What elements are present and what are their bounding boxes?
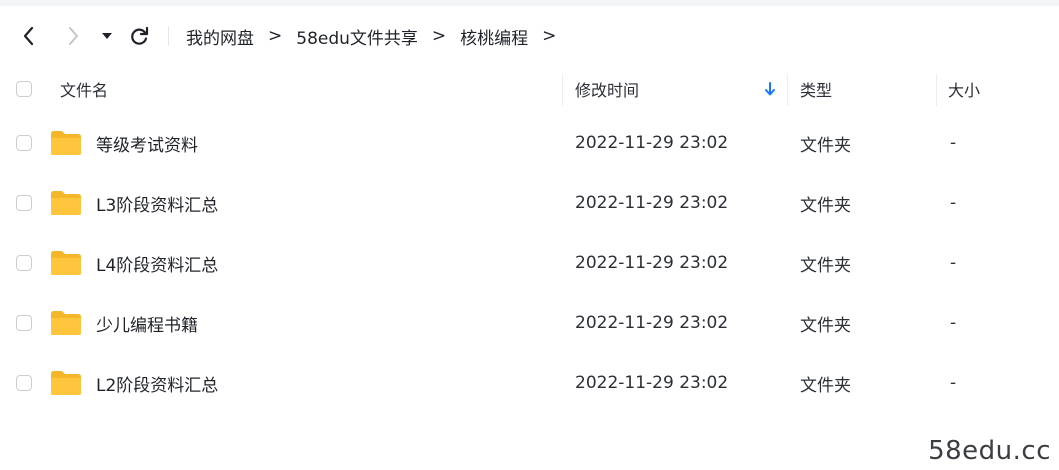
- folder-icon: [51, 131, 81, 155]
- row-check-cell: [16, 293, 32, 353]
- column-header-name[interactable]: 文件名: [60, 66, 108, 112]
- column-divider: [936, 74, 937, 106]
- table-row[interactable]: 少儿编程书籍 2022-11-29 23:02 文件夹 -: [0, 293, 1059, 353]
- arrow-down-icon: [765, 82, 775, 96]
- nav-divider: [168, 26, 169, 46]
- file-name[interactable]: L3阶段资料汇总: [96, 173, 218, 233]
- chevron-right-icon: [69, 27, 78, 45]
- file-modified: 2022-11-29 23:02: [575, 133, 729, 153]
- folder-icon: [51, 311, 81, 335]
- history-dropdown-button[interactable]: [96, 14, 118, 58]
- column-divider: [787, 74, 788, 106]
- file-type: 文件夹: [800, 255, 851, 276]
- caret-down-icon: [102, 33, 112, 39]
- table-row[interactable]: L3阶段资料汇总 2022-11-29 23:02 文件夹 -: [0, 173, 1059, 233]
- table-header: 文件名 修改时间 类型 大小: [0, 66, 1059, 112]
- refresh-icon: [131, 26, 149, 45]
- file-size: -: [950, 133, 957, 153]
- row-checkbox[interactable]: [16, 255, 32, 271]
- row-checkbox[interactable]: [16, 135, 32, 151]
- file-modified: 2022-11-29 23:02: [575, 253, 729, 273]
- file-list: 等级考试资料 2022-11-29 23:02 文件夹 - L3阶段资料汇总 2…: [0, 113, 1059, 413]
- row-check-cell: [16, 353, 32, 413]
- folder-icon-cell: [50, 293, 82, 353]
- top-border: [0, 0, 1059, 6]
- sort-indicator[interactable]: [764, 66, 776, 112]
- column-header-size[interactable]: 大小: [948, 66, 980, 112]
- file-browser: 我的网盘 > 58edu文件共享 > 核桃编程 > 文件名 修改时间 类型 大小: [0, 0, 1059, 470]
- breadcrumb-item-root[interactable]: 我的网盘: [186, 24, 254, 49]
- breadcrumb-separator: >: [268, 26, 283, 46]
- folder-icon-cell: [50, 233, 82, 293]
- file-name[interactable]: L4阶段资料汇总: [96, 233, 218, 293]
- file-modified: 2022-11-29 23:02: [575, 373, 729, 393]
- breadcrumb: 我的网盘 > 58edu文件共享 > 核桃编程 >: [186, 14, 570, 58]
- breadcrumb-separator: >: [431, 26, 447, 46]
- file-name[interactable]: 少儿编程书籍: [96, 293, 198, 353]
- chevron-left-icon: [23, 26, 34, 46]
- row-checkbox[interactable]: [16, 375, 32, 391]
- table-row[interactable]: L2阶段资料汇总 2022-11-29 23:02 文件夹 -: [0, 353, 1059, 413]
- column-divider: [562, 74, 563, 106]
- breadcrumb-item-share[interactable]: 58edu文件共享: [296, 24, 418, 49]
- file-size: -: [950, 313, 957, 333]
- file-size: -: [950, 253, 957, 273]
- file-size: -: [950, 193, 957, 213]
- select-all-cell: [16, 66, 32, 112]
- folder-icon-cell: [50, 353, 82, 413]
- file-type: 文件夹: [800, 195, 851, 216]
- row-checkbox[interactable]: [16, 315, 32, 331]
- forward-button[interactable]: [58, 14, 88, 58]
- refresh-button[interactable]: [124, 14, 154, 58]
- file-type: 文件夹: [800, 135, 851, 156]
- back-button[interactable]: [14, 14, 44, 58]
- folder-icon: [51, 371, 81, 395]
- folder-icon: [51, 251, 81, 275]
- row-check-cell: [16, 173, 32, 233]
- column-header-type[interactable]: 类型: [800, 66, 832, 112]
- file-type: 文件夹: [800, 375, 851, 396]
- column-header-modified[interactable]: 修改时间: [575, 66, 639, 112]
- breadcrumb-separator: >: [542, 26, 557, 46]
- navigation-bar: 我的网盘 > 58edu文件共享 > 核桃编程 >: [0, 14, 1059, 58]
- file-modified: 2022-11-29 23:02: [575, 313, 729, 333]
- file-size: -: [950, 373, 957, 393]
- breadcrumb-item-current[interactable]: 核桃编程: [460, 24, 528, 49]
- file-name[interactable]: L2阶段资料汇总: [96, 353, 218, 413]
- table-row[interactable]: 等级考试资料 2022-11-29 23:02 文件夹 -: [0, 113, 1059, 173]
- folder-icon-cell: [50, 173, 82, 233]
- table-row[interactable]: L4阶段资料汇总 2022-11-29 23:02 文件夹 -: [0, 233, 1059, 293]
- file-modified: 2022-11-29 23:02: [575, 193, 729, 213]
- folder-icon-cell: [50, 113, 82, 173]
- row-check-cell: [16, 233, 32, 293]
- row-checkbox[interactable]: [16, 195, 32, 211]
- folder-icon: [51, 191, 81, 215]
- watermark: 58edu.cc: [928, 436, 1051, 466]
- row-check-cell: [16, 113, 32, 173]
- file-name[interactable]: 等级考试资料: [96, 113, 198, 173]
- file-type: 文件夹: [800, 315, 851, 336]
- select-all-checkbox[interactable]: [16, 81, 32, 97]
